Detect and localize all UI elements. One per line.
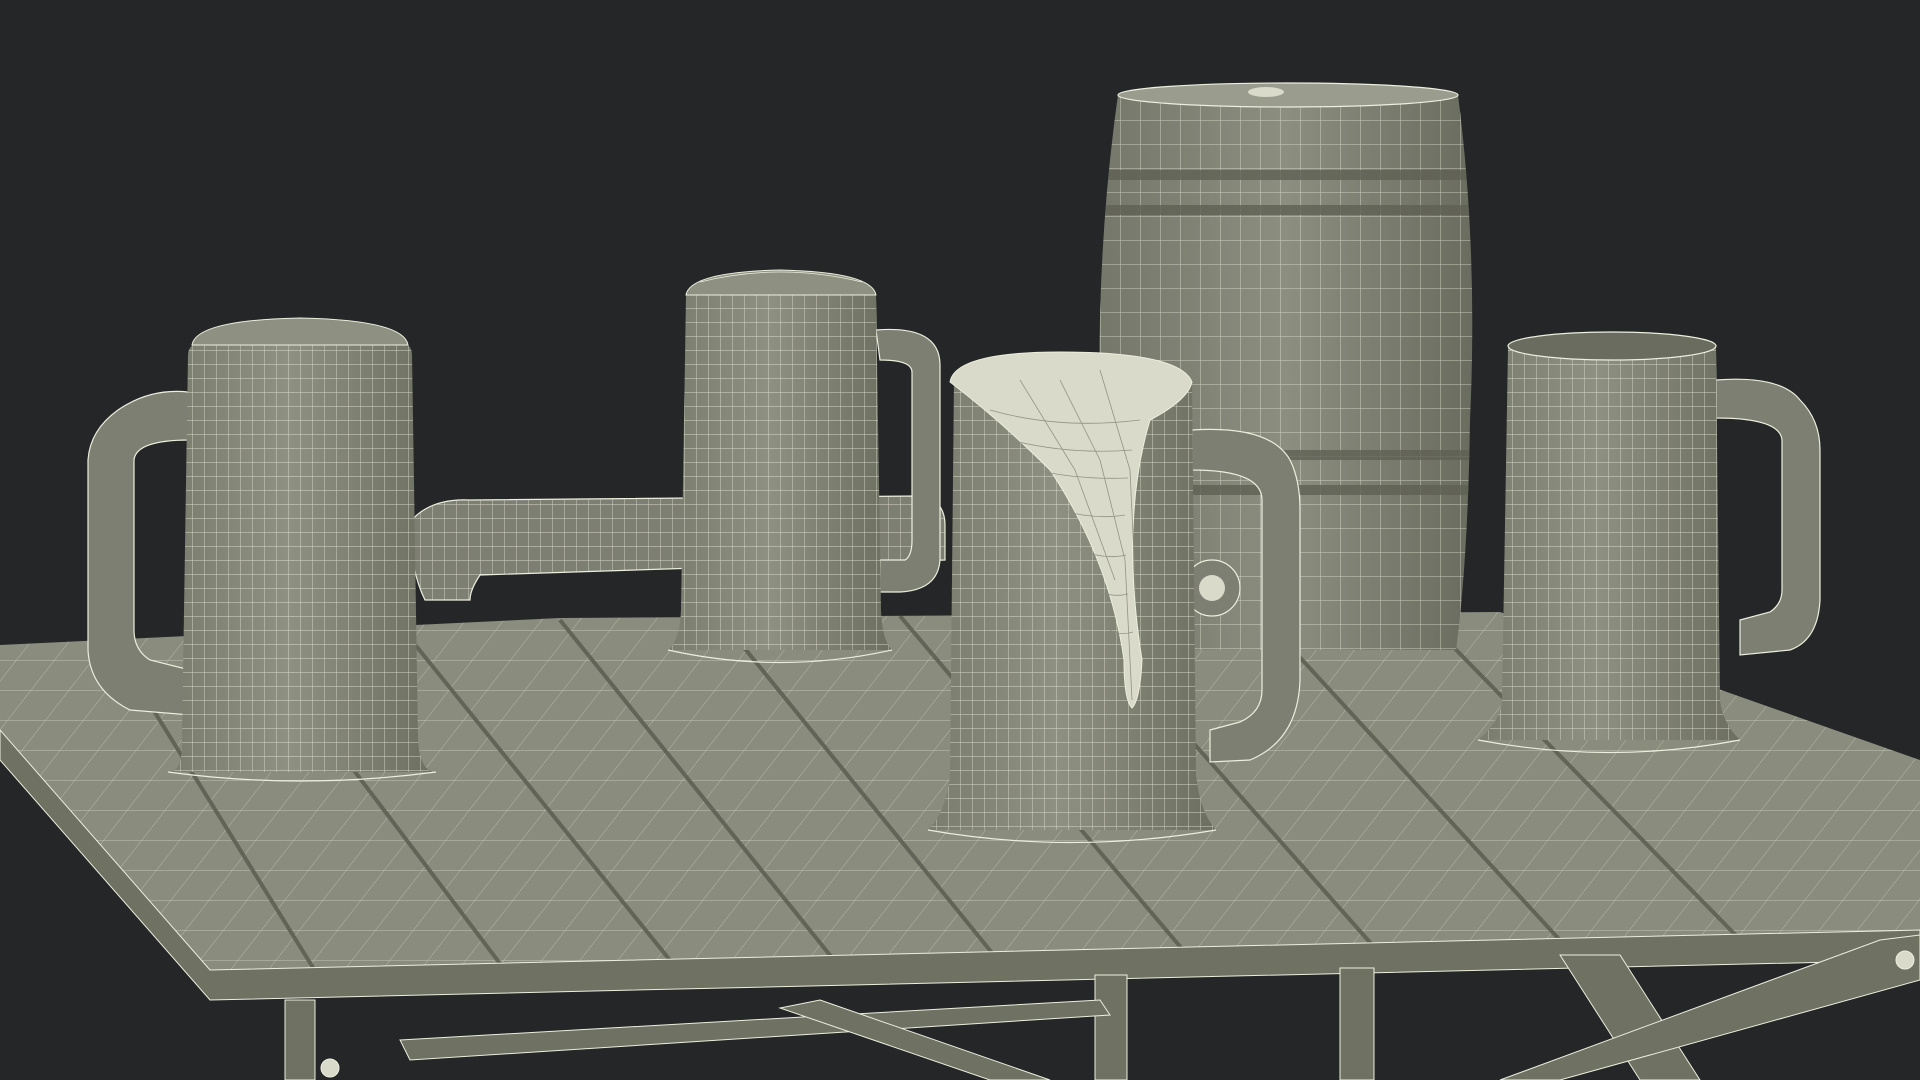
mug-empty-right bbox=[1477, 331, 1821, 754]
mug-foam-left bbox=[87, 317, 437, 782]
wireframe-render-scene bbox=[0, 82, 1920, 1080]
mug-foam-back bbox=[667, 269, 941, 664]
